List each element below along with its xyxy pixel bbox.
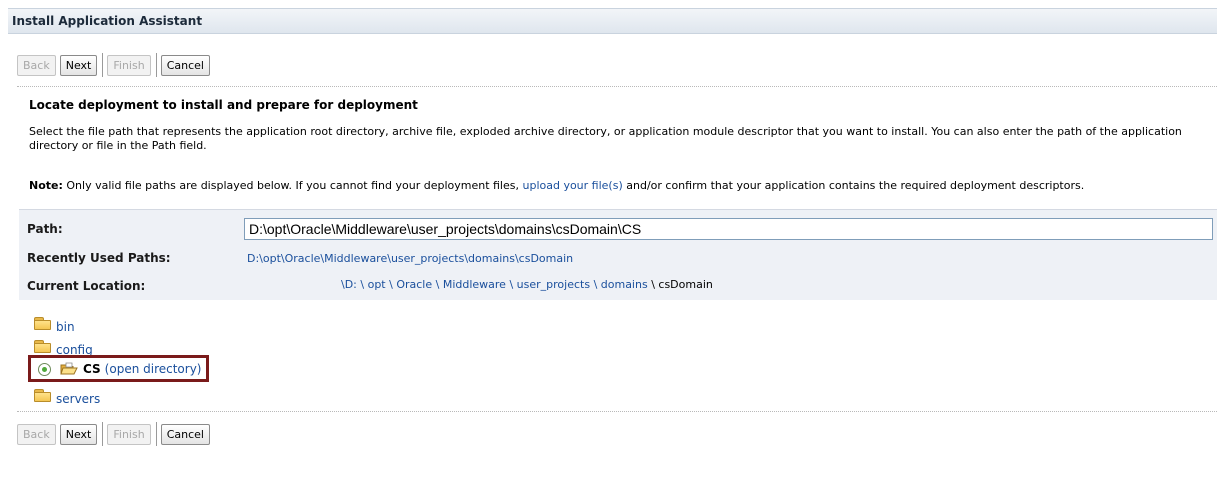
note-after: and/or confirm that your application con… — [622, 179, 1085, 192]
note-before: Only valid file paths are displayed belo… — [62, 179, 523, 192]
toolbar-separator — [155, 422, 157, 446]
folder-link-bin[interactable]: bin — [56, 320, 75, 334]
folder-icon — [34, 317, 51, 330]
toolbar-separator — [102, 53, 104, 77]
toolbar-separator — [155, 53, 157, 77]
back-button[interactable]: Back — [17, 54, 56, 76]
path-label: Path: — [27, 222, 63, 236]
title-bar: Install Application Assistant — [8, 8, 1217, 34]
page-heading: Locate deployment to install and prepare… — [29, 98, 418, 112]
breadcrumb: \D: \ opt \ Oracle \ Middleware \ user_p… — [341, 278, 713, 291]
breadcrumb-middleware[interactable]: \ Middleware — [436, 278, 506, 291]
back-button[interactable]: Back — [17, 423, 56, 445]
breadcrumb-drive[interactable]: \D: — [341, 278, 357, 291]
finish-button[interactable]: Finish — [107, 54, 151, 76]
description-text: Select the file path that represents the… — [29, 125, 1182, 152]
tree-item-config[interactable]: config — [34, 335, 93, 357]
next-button[interactable]: Next — [59, 423, 98, 445]
divider — [17, 86, 1217, 87]
breadcrumb-domains[interactable]: \ domains — [594, 278, 648, 291]
cancel-button[interactable]: Cancel — [160, 54, 210, 76]
tree-item-servers[interactable]: servers — [34, 384, 100, 406]
folder-icon — [34, 389, 51, 402]
upload-files-link[interactable]: upload your file(s) — [522, 179, 622, 192]
divider — [17, 411, 1217, 412]
current-location-label: Current Location: — [27, 279, 146, 293]
path-input[interactable] — [244, 218, 1213, 240]
next-button[interactable]: Next — [59, 54, 98, 76]
folder-icon — [34, 340, 51, 353]
folder-link-servers[interactable]: servers — [56, 392, 100, 406]
breadcrumb-user-projects[interactable]: \ user_projects — [509, 278, 590, 291]
recent-paths-label: Recently Used Paths: — [27, 251, 171, 265]
breadcrumb-current: \ csDomain — [651, 278, 713, 291]
toolbar-separator — [102, 422, 104, 446]
breadcrumb-opt[interactable]: \ opt — [360, 278, 385, 291]
recent-path-link[interactable]: D:\opt\Oracle\Middleware\user_projects\d… — [247, 252, 573, 265]
note-label: Note: — [29, 179, 63, 192]
finish-button[interactable]: Finish — [107, 423, 151, 445]
window-title: Install Application Assistant — [12, 14, 203, 28]
bottom-toolbar: Back Next Finish Cancel — [17, 422, 214, 446]
path-panel: Path: Recently Used Paths: D:\opt\Oracle… — [19, 209, 1217, 300]
tree-item-bin[interactable]: bin — [34, 312, 75, 334]
note-text: Note: Only valid file paths are displaye… — [29, 179, 1084, 192]
selection-highlight-box — [28, 355, 209, 382]
top-toolbar: Back Next Finish Cancel — [17, 53, 214, 77]
cancel-button[interactable]: Cancel — [160, 423, 210, 445]
breadcrumb-oracle[interactable]: \ Oracle — [389, 278, 432, 291]
